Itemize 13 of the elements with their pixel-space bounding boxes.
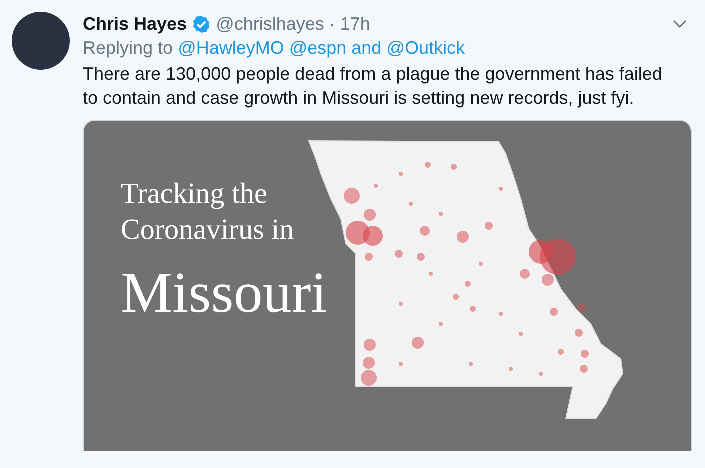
separator-dot: · — [329, 14, 336, 34]
image-headline: Missouri — [121, 259, 328, 327]
tweet-time[interactable]: 17h — [340, 14, 370, 34]
caret-icon[interactable] — [673, 20, 687, 28]
tweet-text: There are 130,000 people dead from a plague the government has failed to contain and case growth in Missouri is setting new records, just fyi. — [83, 63, 664, 110]
author-handle[interactable]: @chrislhayes — [216, 14, 324, 34]
image-title: Coronavirus in — [121, 213, 296, 248]
image-title: Tracking the — [121, 177, 268, 212]
mention-link[interactable]: @HawleyMO — [178, 38, 284, 59]
author-name[interactable]: Chris Hayes — [83, 14, 188, 34]
image-card[interactable]: Tracking the Coronavirus in Missouri — [83, 120, 692, 451]
replying-label: Replying to — [83, 38, 174, 59]
mention-link[interactable]: @espn and @Outkick — [289, 38, 465, 59]
